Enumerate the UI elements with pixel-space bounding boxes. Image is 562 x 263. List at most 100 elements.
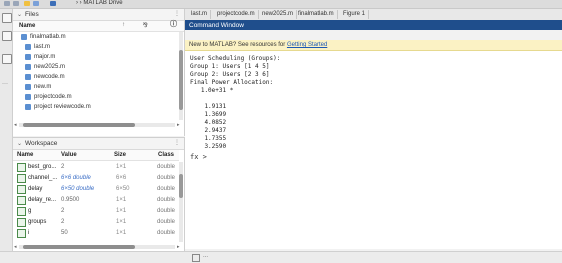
- files-horizontal-scrollbar[interactable]: [19, 123, 175, 127]
- file-item[interactable]: projectcode.m: [13, 92, 179, 102]
- tab-figure-1[interactable]: Figure 1: [340, 10, 370, 19]
- output-line: 1.0e+31 *: [190, 87, 234, 94]
- file-name: newcode.m: [34, 74, 65, 80]
- table-row[interactable]: channel_... 6×6 double 6×6 double: [13, 173, 179, 184]
- table-row[interactable]: best_gro... 2 1×1 double: [13, 162, 179, 173]
- apps-icon[interactable]: [2, 54, 12, 64]
- var-size: 1×1: [116, 197, 127, 203]
- matlab-file-icon: [25, 94, 31, 100]
- tab-last[interactable]: last.m: [188, 10, 212, 19]
- file-name: project reviewcode.m: [34, 104, 91, 110]
- var-size: 1×1: [116, 219, 127, 225]
- forward-icon[interactable]: [13, 1, 19, 6]
- sort-arrow-icon[interactable]: ↑: [122, 22, 125, 28]
- tab-projectcode[interactable]: projectcode.m: [214, 10, 259, 19]
- status-more[interactable]: ...: [203, 253, 208, 259]
- matlab-file-icon: [21, 34, 27, 40]
- browse-icon[interactable]: [50, 1, 56, 6]
- matlab-file-icon: [25, 54, 31, 60]
- file-item[interactable]: finalmatlab.m: [13, 32, 179, 42]
- variable-grid-icon: [17, 218, 26, 227]
- var-class: double: [157, 186, 176, 192]
- variable-grid-icon: [17, 163, 26, 172]
- workspace-vertical-scrollbar[interactable]: [179, 162, 183, 242]
- status-window-icon[interactable]: [192, 254, 200, 262]
- size-column-label[interactable]: Size: [114, 152, 126, 158]
- file-name: projectcode.m: [34, 94, 72, 100]
- banner-text: New to MATLAB? See resources for Getting…: [189, 42, 327, 48]
- address-path[interactable]: › › MATLAB Drive: [76, 0, 123, 6]
- more-icon[interactable]: ···: [2, 81, 8, 87]
- table-row[interactable]: delay 6×50 double 6×50 double: [13, 184, 179, 195]
- home-icon[interactable]: [2, 13, 12, 23]
- status-bar: ...: [0, 251, 562, 263]
- matlab-file-icon: [25, 84, 31, 90]
- var-class: double: [157, 219, 176, 225]
- activity-bar: ···: [0, 9, 13, 262]
- scroll-right-icon[interactable]: ▸: [177, 244, 180, 250]
- class-column-label[interactable]: Class: [158, 152, 174, 158]
- value-column-label[interactable]: Value: [61, 152, 77, 158]
- command-window-title: Command Window: [189, 22, 244, 29]
- scroll-right-icon[interactable]: ▸: [177, 122, 180, 128]
- file-name: new.m: [34, 84, 52, 90]
- scroll-left-icon[interactable]: ◂: [14, 244, 17, 250]
- folder-icon[interactable]: [24, 1, 30, 6]
- workspace-horizontal-scrollbar[interactable]: [19, 245, 175, 249]
- var-name: g: [28, 208, 32, 214]
- output-line: 3.2590: [190, 143, 227, 150]
- table-row[interactable]: g 2 1×1 double: [13, 206, 179, 217]
- name-column-label: Name: [19, 23, 36, 29]
- up-folder-icon[interactable]: [33, 1, 39, 6]
- file-item[interactable]: new2025.m: [13, 62, 179, 72]
- command-prompt[interactable]: fx >: [190, 153, 207, 161]
- panel-menu-icon[interactable]: ⋮: [174, 10, 180, 17]
- banner-message: New to MATLAB? See resources for: [189, 42, 287, 48]
- plots-icon[interactable]: [2, 31, 12, 41]
- files-column-header[interactable]: Name ↑ ⅋ ⓘ: [13, 21, 184, 32]
- scroll-thumb[interactable]: [23, 245, 135, 249]
- panel-menu-icon[interactable]: ⋮: [174, 139, 180, 146]
- file-item[interactable]: new.m: [13, 82, 179, 92]
- file-item[interactable]: project reviewcode.m: [13, 102, 179, 112]
- scroll-thumb[interactable]: [23, 123, 135, 127]
- info-icon[interactable]: ⓘ: [170, 19, 177, 29]
- var-name: channel_...: [28, 175, 58, 181]
- output-line: 1.7355: [190, 135, 227, 142]
- collapse-icon[interactable]: ⌄: [17, 140, 22, 147]
- var-value: 0.9500: [61, 197, 80, 203]
- table-row[interactable]: delay_re... 0.9500 1×1 double: [13, 195, 179, 206]
- source-control-icon[interactable]: ⅋: [143, 22, 148, 29]
- variable-grid-icon: [17, 229, 26, 238]
- command-window-header: Command Window: [185, 20, 562, 30]
- var-size: 1×1: [116, 164, 127, 170]
- file-item[interactable]: newcode.m: [13, 72, 179, 82]
- file-item[interactable]: major.m: [13, 52, 179, 62]
- collapse-icon[interactable]: ⌄: [17, 11, 22, 18]
- workspace-column-header[interactable]: Name Value Size Class: [13, 150, 179, 161]
- file-item[interactable]: last.m: [13, 42, 179, 52]
- var-class: double: [157, 208, 176, 214]
- tab-new2025[interactable]: new2025.m: [259, 10, 298, 19]
- getting-started-banner: New to MATLAB? See resources for Getting…: [185, 40, 562, 51]
- scroll-thumb[interactable]: [179, 50, 183, 110]
- var-name: delay: [28, 186, 43, 192]
- var-name: groups: [28, 219, 47, 225]
- getting-started-link[interactable]: Getting Started: [287, 42, 327, 48]
- files-title: Files: [25, 11, 39, 18]
- var-value: 2: [61, 219, 65, 225]
- back-icon[interactable]: [4, 1, 10, 6]
- table-row[interactable]: groups 2 1×1 double: [13, 217, 179, 228]
- name-column-label[interactable]: Name: [17, 152, 33, 158]
- scroll-thumb[interactable]: [179, 174, 183, 198]
- matlab-file-icon: [25, 104, 31, 110]
- table-row[interactable]: i 50 1×1 double: [13, 228, 179, 239]
- tab-finalmatlab[interactable]: finalmatlab.m: [295, 10, 338, 19]
- scroll-left-icon[interactable]: ◂: [14, 122, 17, 128]
- command-window[interactable]: User Scheduling (Groups): Group 1: Users…: [185, 51, 562, 249]
- output-line: Group 2: Users [2 3 6]: [190, 71, 270, 78]
- var-value: 50: [61, 230, 68, 236]
- files-panel: ⌄ Files ⋮ Name ↑ ⅋ ⓘ finalmatlab.m last.…: [13, 9, 185, 136]
- var-size: 1×1: [116, 230, 127, 236]
- files-vertical-scrollbar[interactable]: [179, 32, 183, 120]
